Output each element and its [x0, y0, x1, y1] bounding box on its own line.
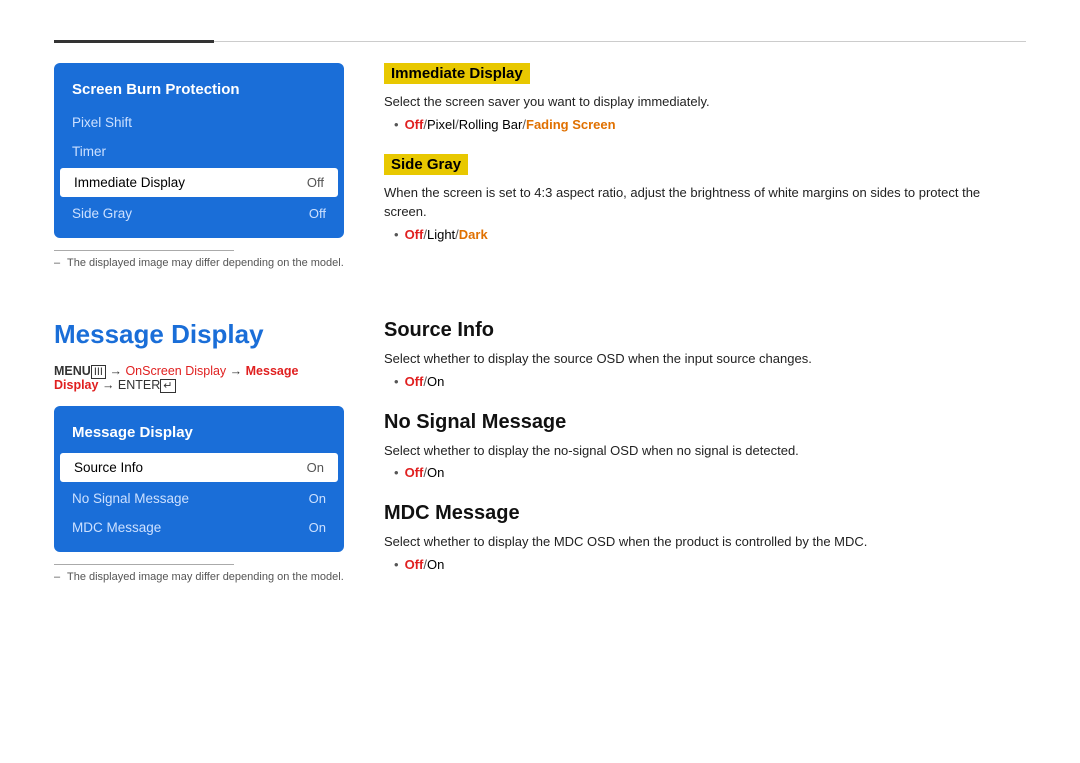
option-text: On [427, 465, 444, 480]
right-section: MDC Message Select whether to display the… [384, 502, 1026, 572]
divider-accent [54, 40, 214, 43]
menu-item[interactable]: No Signal Message On [54, 484, 344, 513]
option-text: Fading Screen [526, 117, 616, 132]
screen-burn-title: Screen Burn Protection [54, 73, 344, 108]
option-text: Pixel [427, 117, 455, 132]
message-display-menu-title: Message Display [54, 416, 344, 451]
option-text: Light [427, 227, 455, 242]
option-text: Off [405, 117, 424, 132]
menu-item-value: On [307, 460, 324, 475]
bullet-row: •Off / Light / Dark [394, 227, 1026, 242]
menu-item-value: On [309, 520, 326, 535]
section1-right: Immediate Display Select the screen saver… [384, 63, 1026, 269]
section2-right: Source Info Select whether to display the… [384, 319, 1026, 594]
right-section-title-yellow: Immediate Display [384, 63, 530, 84]
right-section-title: No Signal Message [384, 411, 1026, 434]
right-section-desc: Select whether to display the source OSD… [384, 349, 1026, 369]
menu-item-label: Pixel Shift [72, 115, 132, 130]
right-section-title-yellow: Side Gray [384, 154, 468, 175]
right-section: No Signal Message Select whether to displ… [384, 411, 1026, 481]
section2-note-line [54, 564, 234, 571]
bullet-dot: • [394, 117, 399, 132]
section1-left: Screen Burn Protection Pixel Shift Timer I… [54, 63, 344, 269]
bullet-row: •Off / On [394, 557, 1026, 572]
menu-path-part: → [106, 364, 125, 378]
bullet-dot: • [394, 465, 399, 480]
right-section-title: Source Info [384, 319, 1026, 342]
bullet-dot: • [394, 227, 399, 242]
bullet-row: •Off / Pixel / Rolling Bar / Fading Scre… [394, 117, 1026, 132]
menu-path-part: III [91, 365, 106, 379]
menu-item-value: Off [309, 206, 326, 221]
section1-note: – The displayed image may differ dependi… [54, 257, 344, 269]
section2-right-blocks: Source Info Select whether to display the… [384, 319, 1026, 572]
menu-path-part: → [226, 364, 245, 378]
right-section: Side Gray When the screen is set to 4:3 a… [384, 154, 1026, 242]
option-text: On [427, 374, 444, 389]
menu-item-label: Source Info [74, 460, 143, 475]
menu-item[interactable]: Side Gray Off [54, 199, 344, 228]
menu-item-label: Immediate Display [74, 175, 185, 190]
menu-item-label: Timer [72, 144, 106, 159]
section2-left: Message Display MENUIII → OnScreen Displ… [54, 319, 344, 594]
menu-item-value: On [309, 491, 326, 506]
message-display-menu: Message Display Source InfoOnNo Signal M… [54, 406, 344, 552]
bullet-row: •Off / On [394, 465, 1026, 480]
menu-item[interactable]: Pixel Shift [54, 108, 344, 137]
section-gap [54, 289, 1026, 319]
menu-path-part: OnScreen Display [125, 364, 226, 378]
menu-item[interactable]: Immediate Display Off [60, 168, 338, 197]
option-text: Off [405, 374, 424, 389]
section2-menu-items: Source InfoOnNo Signal MessageOnMDC Mess… [54, 453, 344, 542]
option-text: Off [405, 227, 424, 242]
menu-item-label: No Signal Message [72, 491, 189, 506]
menu-item-label: Side Gray [72, 206, 132, 221]
menu-item-value: Off [307, 175, 324, 190]
section1-note-line [54, 250, 234, 257]
section2-note: – The displayed image may differ dependi… [54, 571, 344, 583]
divider-line [214, 41, 1026, 42]
menu-item-label: MDC Message [72, 520, 161, 535]
right-section-desc: When the screen is set to 4:3 aspect rat… [384, 183, 1026, 222]
right-section-title: MDC Message [384, 502, 1026, 525]
menu-item[interactable]: Source Info On [60, 453, 338, 482]
right-section-desc: Select whether to display the MDC OSD wh… [384, 532, 1026, 552]
section1-layout: Screen Burn Protection Pixel Shift Timer I… [54, 63, 1026, 269]
right-section-desc: Select the screen saver you want to disp… [384, 92, 1026, 112]
section1-menu-items: Pixel ShiftTimerImmediate DisplayOffSide… [54, 108, 344, 228]
screen-burn-menu: Screen Burn Protection Pixel Shift Timer I… [54, 63, 344, 238]
menu-path-part: → ENTER [98, 378, 160, 392]
menu-path-part: ↵ [160, 379, 175, 393]
page-container: Screen Burn Protection Pixel Shift Timer I… [0, 0, 1080, 654]
top-divider [54, 40, 1026, 43]
menu-path-part: MENU [54, 364, 91, 378]
option-text: Rolling Bar [459, 117, 523, 132]
bullet-row: •Off / On [394, 374, 1026, 389]
menu-item[interactable]: Timer [54, 137, 344, 166]
menu-item[interactable]: MDC Message On [54, 513, 344, 542]
option-text: On [427, 557, 444, 572]
option-text: Dark [459, 227, 488, 242]
section2-layout: Message Display MENUIII → OnScreen Displ… [54, 319, 1026, 594]
section1-right-blocks: Immediate Display Select the screen saver… [384, 63, 1026, 242]
right-section: Source Info Select whether to display the… [384, 319, 1026, 389]
option-text: Off [405, 557, 424, 572]
message-display-title: Message Display [54, 319, 344, 350]
bullet-dot: • [394, 374, 399, 389]
right-section-desc: Select whether to display the no-signal … [384, 441, 1026, 461]
menu-path: MENUIII → OnScreen Display → Message Dis… [54, 364, 344, 392]
right-section: Immediate Display Select the screen saver… [384, 63, 1026, 132]
bullet-dot: • [394, 557, 399, 572]
option-text: Off [405, 465, 424, 480]
